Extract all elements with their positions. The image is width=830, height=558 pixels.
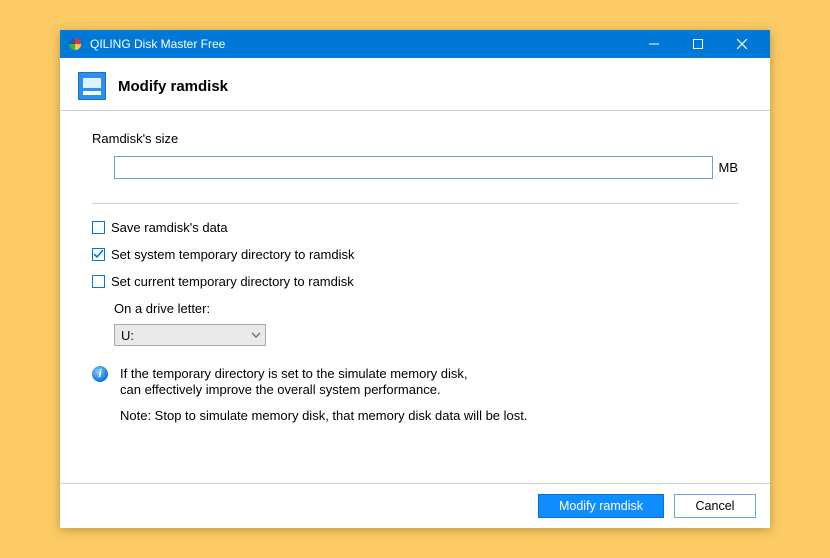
save-data-label: Save ramdisk's data bbox=[111, 220, 228, 235]
footer: Modify ramdisk Cancel bbox=[60, 483, 770, 528]
info-line-2: can effectively improve the overall syst… bbox=[120, 382, 738, 398]
checkbox-icon bbox=[92, 221, 105, 234]
size-label: Ramdisk's size bbox=[92, 131, 738, 146]
titlebar: QILING Disk Master Free bbox=[60, 30, 770, 58]
save-data-checkbox[interactable]: Save ramdisk's data bbox=[92, 220, 738, 235]
minimize-button[interactable] bbox=[632, 30, 676, 58]
info-line-3: Note: Stop to simulate memory disk, that… bbox=[120, 408, 738, 424]
drive-letter-label: On a drive letter: bbox=[114, 301, 738, 316]
chevron-down-icon bbox=[251, 332, 261, 338]
set-system-temp-label: Set system temporary directory to ramdis… bbox=[111, 247, 354, 262]
app-window: QILING Disk Master Free Modify ramdisk R… bbox=[60, 30, 770, 528]
set-system-temp-checkbox[interactable]: Set system temporary directory to ramdis… bbox=[92, 247, 738, 262]
ramdisk-icon bbox=[78, 72, 106, 100]
checkbox-icon bbox=[92, 275, 105, 288]
info-block: i If the temporary directory is set to t… bbox=[92, 366, 738, 423]
app-icon bbox=[68, 37, 82, 51]
section-divider bbox=[92, 203, 738, 204]
close-button[interactable] bbox=[720, 30, 764, 58]
page-title: Modify ramdisk bbox=[118, 78, 228, 95]
size-unit: MB bbox=[719, 160, 739, 175]
drive-letter-section: On a drive letter: U: bbox=[92, 301, 738, 346]
info-line-1: If the temporary directory is set to the… bbox=[120, 366, 468, 381]
maximize-button[interactable] bbox=[676, 30, 720, 58]
info-icon: i bbox=[92, 366, 108, 382]
window-controls bbox=[632, 30, 764, 58]
size-row: MB bbox=[92, 156, 738, 179]
set-current-temp-checkbox[interactable]: Set current temporary directory to ramdi… bbox=[92, 274, 738, 289]
drive-letter-select[interactable]: U: bbox=[114, 324, 266, 346]
content-area: Ramdisk's size MB Save ramdisk's data Se… bbox=[60, 111, 770, 483]
set-current-temp-label: Set current temporary directory to ramdi… bbox=[111, 274, 354, 289]
page-header: Modify ramdisk bbox=[60, 58, 770, 111]
app-title: QILING Disk Master Free bbox=[90, 37, 632, 51]
drive-letter-value: U: bbox=[121, 328, 134, 343]
info-row: i If the temporary directory is set to t… bbox=[92, 366, 738, 382]
cancel-button[interactable]: Cancel bbox=[674, 494, 756, 518]
modify-ramdisk-button[interactable]: Modify ramdisk bbox=[538, 494, 664, 518]
size-input[interactable] bbox=[114, 156, 713, 179]
checkbox-icon bbox=[92, 248, 105, 261]
